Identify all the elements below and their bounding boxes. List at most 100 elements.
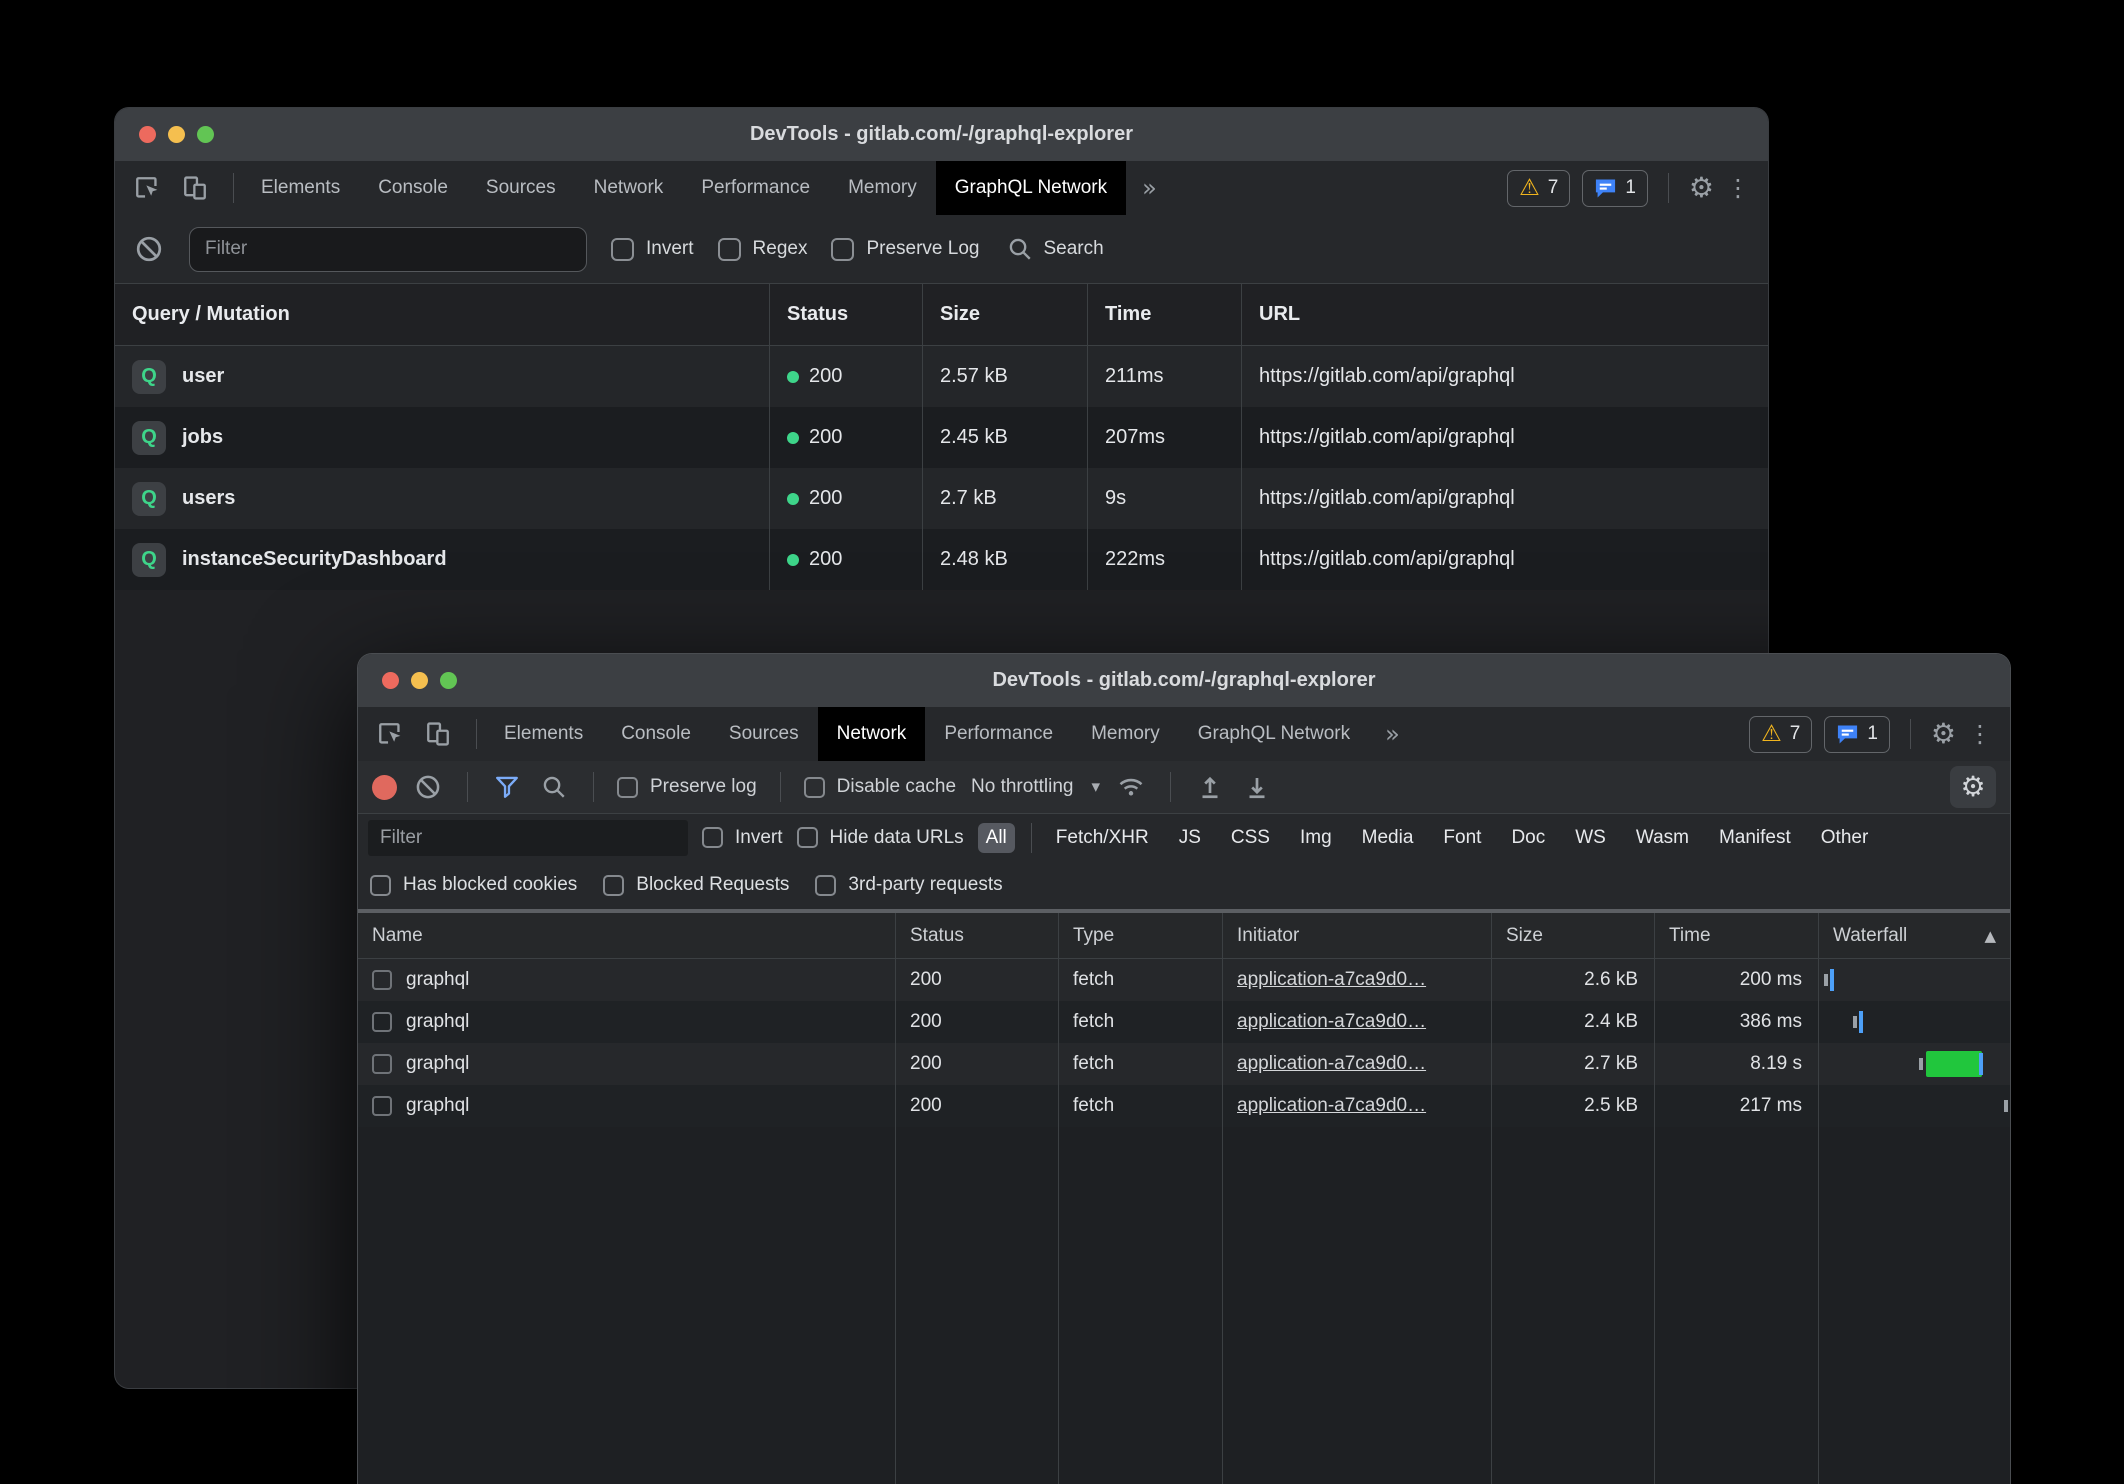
column-header-url[interactable]: URL <box>1241 284 1768 345</box>
type-filter-ws[interactable]: WS <box>1567 823 1614 853</box>
invert-checkbox[interactable] <box>702 827 723 848</box>
column-header-query-mutation[interactable]: Query / Mutation <box>115 284 769 345</box>
third-party-requests-checkbox[interactable] <box>815 875 836 896</box>
table-row[interactable]: Q users 200 2.7 kB 9s https://gitlab.com… <box>115 468 1768 529</box>
column-header-size[interactable]: Size <box>1491 913 1654 958</box>
filter-funnel-icon[interactable] <box>491 771 523 803</box>
has-blocked-cookies-group[interactable]: Has blocked cookies <box>370 874 577 896</box>
request-row[interactable]: graphql 200 fetch application-a7ca9d0… 2… <box>358 1001 2010 1043</box>
disable-cache-checkbox[interactable] <box>804 777 825 798</box>
preserve-log-checkbox-group[interactable]: Preserve Log <box>831 238 979 261</box>
waterfall-cell[interactable] <box>1818 1043 2010 1085</box>
issues-badge[interactable]: 1 <box>1582 170 1648 207</box>
minimize-window-button[interactable] <box>168 126 185 143</box>
invert-checkbox[interactable] <box>611 238 634 261</box>
clear-icon[interactable] <box>133 233 165 265</box>
close-window-button[interactable] <box>382 672 399 689</box>
maximize-window-button[interactable] <box>197 126 214 143</box>
column-header-initiator[interactable]: Initiator <box>1222 913 1491 958</box>
blocked-requests-group[interactable]: Blocked Requests <box>603 874 789 896</box>
search-group[interactable]: Search <box>1007 236 1103 262</box>
tab-console[interactable]: Console <box>359 161 467 215</box>
tab-elements[interactable]: Elements <box>485 707 602 761</box>
invert-checkbox-group[interactable]: Invert <box>611 238 694 261</box>
column-header-waterfall[interactable]: Waterfall ▲ <box>1818 913 2010 958</box>
regex-checkbox-group[interactable]: Regex <box>718 238 808 261</box>
type-filter-wasm[interactable]: Wasm <box>1628 823 1697 853</box>
type-filter-img[interactable]: Img <box>1292 823 1340 853</box>
table-row[interactable]: Q jobs 200 2.45 kB 207ms https://gitlab.… <box>115 407 1768 468</box>
throttling-select[interactable]: No throttling ▾ <box>971 776 1100 798</box>
preserve-log-checkbox[interactable] <box>831 238 854 261</box>
tab-memory[interactable]: Memory <box>829 161 936 215</box>
network-conditions-icon[interactable] <box>1115 771 1147 803</box>
tab-performance[interactable]: Performance <box>925 707 1072 761</box>
titlebar[interactable]: DevTools - gitlab.com/-/graphql-explorer <box>115 108 1768 161</box>
hide-data-urls-checkbox[interactable] <box>797 827 818 848</box>
network-settings-button[interactable]: ⚙ <box>1950 766 1996 808</box>
warnings-badge[interactable]: ⚠ 7 <box>1749 716 1812 753</box>
column-header-status[interactable]: Status <box>769 284 922 345</box>
settings-gear-icon[interactable]: ⚙ <box>1689 174 1714 202</box>
request-row[interactable]: graphql 200 fetch application-a7ca9d0… 2… <box>358 959 2010 1001</box>
column-header-size[interactable]: Size <box>922 284 1087 345</box>
tab-network[interactable]: Network <box>575 161 683 215</box>
hide-data-urls-group[interactable]: Hide data URLs <box>797 827 964 849</box>
tab-graphql-network[interactable]: GraphQL Network <box>1179 707 1369 761</box>
tab-sources[interactable]: Sources <box>710 707 818 761</box>
close-window-button[interactable] <box>139 126 156 143</box>
more-tabs-icon[interactable]: » <box>1126 161 1173 215</box>
inspect-element-icon[interactable] <box>374 718 406 750</box>
request-row[interactable]: graphql 200 fetch application-a7ca9d0… 2… <box>358 1085 2010 1127</box>
device-toolbar-icon[interactable] <box>422 718 454 750</box>
inspect-element-icon[interactable] <box>131 172 163 204</box>
type-filter-font[interactable]: Font <box>1435 823 1489 853</box>
tab-console[interactable]: Console <box>602 707 710 761</box>
column-header-time[interactable]: Time <box>1087 284 1241 345</box>
export-har-icon[interactable] <box>1241 771 1273 803</box>
initiator-link[interactable]: application-a7ca9d0… <box>1237 1011 1426 1033</box>
filter-input[interactable] <box>368 820 688 856</box>
table-row[interactable]: Q user 200 2.57 kB 211ms https://gitlab.… <box>115 346 1768 407</box>
request-row[interactable]: graphql 200 fetch application-a7ca9d0… 2… <box>358 1043 2010 1085</box>
tab-performance[interactable]: Performance <box>682 161 829 215</box>
initiator-link[interactable]: application-a7ca9d0… <box>1237 1095 1426 1117</box>
waterfall-cell[interactable] <box>1818 1001 2010 1043</box>
type-filter-media[interactable]: Media <box>1354 823 1422 853</box>
clear-icon[interactable] <box>412 771 444 803</box>
search-icon[interactable] <box>538 771 570 803</box>
waterfall-cell[interactable] <box>1818 959 2010 1001</box>
type-filter-manifest[interactable]: Manifest <box>1711 823 1799 853</box>
kebab-menu-icon[interactable]: ⋮ <box>1726 176 1750 200</box>
column-header-status[interactable]: Status <box>895 913 1058 958</box>
invert-group[interactable]: Invert <box>702 827 783 849</box>
kebab-menu-icon[interactable]: ⋮ <box>1968 722 1992 746</box>
issues-badge[interactable]: 1 <box>1824 716 1890 753</box>
row-checkbox[interactable] <box>372 1012 392 1032</box>
table-row[interactable]: Q instanceSecurityDashboard 200 2.48 kB … <box>115 529 1768 590</box>
column-header-type[interactable]: Type <box>1058 913 1222 958</box>
type-filter-doc[interactable]: Doc <box>1503 823 1553 853</box>
blocked-requests-checkbox[interactable] <box>603 875 624 896</box>
type-filter-fetch-xhr[interactable]: Fetch/XHR <box>1048 823 1157 853</box>
tab-elements[interactable]: Elements <box>242 161 359 215</box>
waterfall-cell[interactable] <box>1818 1085 2010 1127</box>
regex-checkbox[interactable] <box>718 238 741 261</box>
tab-sources[interactable]: Sources <box>467 161 575 215</box>
row-checkbox[interactable] <box>372 1096 392 1116</box>
initiator-link[interactable]: application-a7ca9d0… <box>1237 1053 1426 1075</box>
settings-gear-icon[interactable]: ⚙ <box>1931 720 1956 748</box>
column-header-time[interactable]: Time <box>1654 913 1818 958</box>
type-filter-css[interactable]: CSS <box>1223 823 1278 853</box>
tab-graphql-network-active[interactable]: GraphQL Network <box>936 161 1126 215</box>
device-toolbar-icon[interactable] <box>179 172 211 204</box>
record-button[interactable] <box>372 775 397 800</box>
preserve-log-checkbox[interactable] <box>617 777 638 798</box>
type-filter-js[interactable]: JS <box>1171 823 1209 853</box>
minimize-window-button[interactable] <box>411 672 428 689</box>
tab-network-active[interactable]: Network <box>818 707 926 761</box>
column-header-name[interactable]: Name <box>358 913 895 958</box>
preserve-log-group[interactable]: Preserve log <box>617 776 757 798</box>
filter-input[interactable] <box>189 227 587 272</box>
titlebar[interactable]: DevTools - gitlab.com/-/graphql-explorer <box>358 654 2010 707</box>
